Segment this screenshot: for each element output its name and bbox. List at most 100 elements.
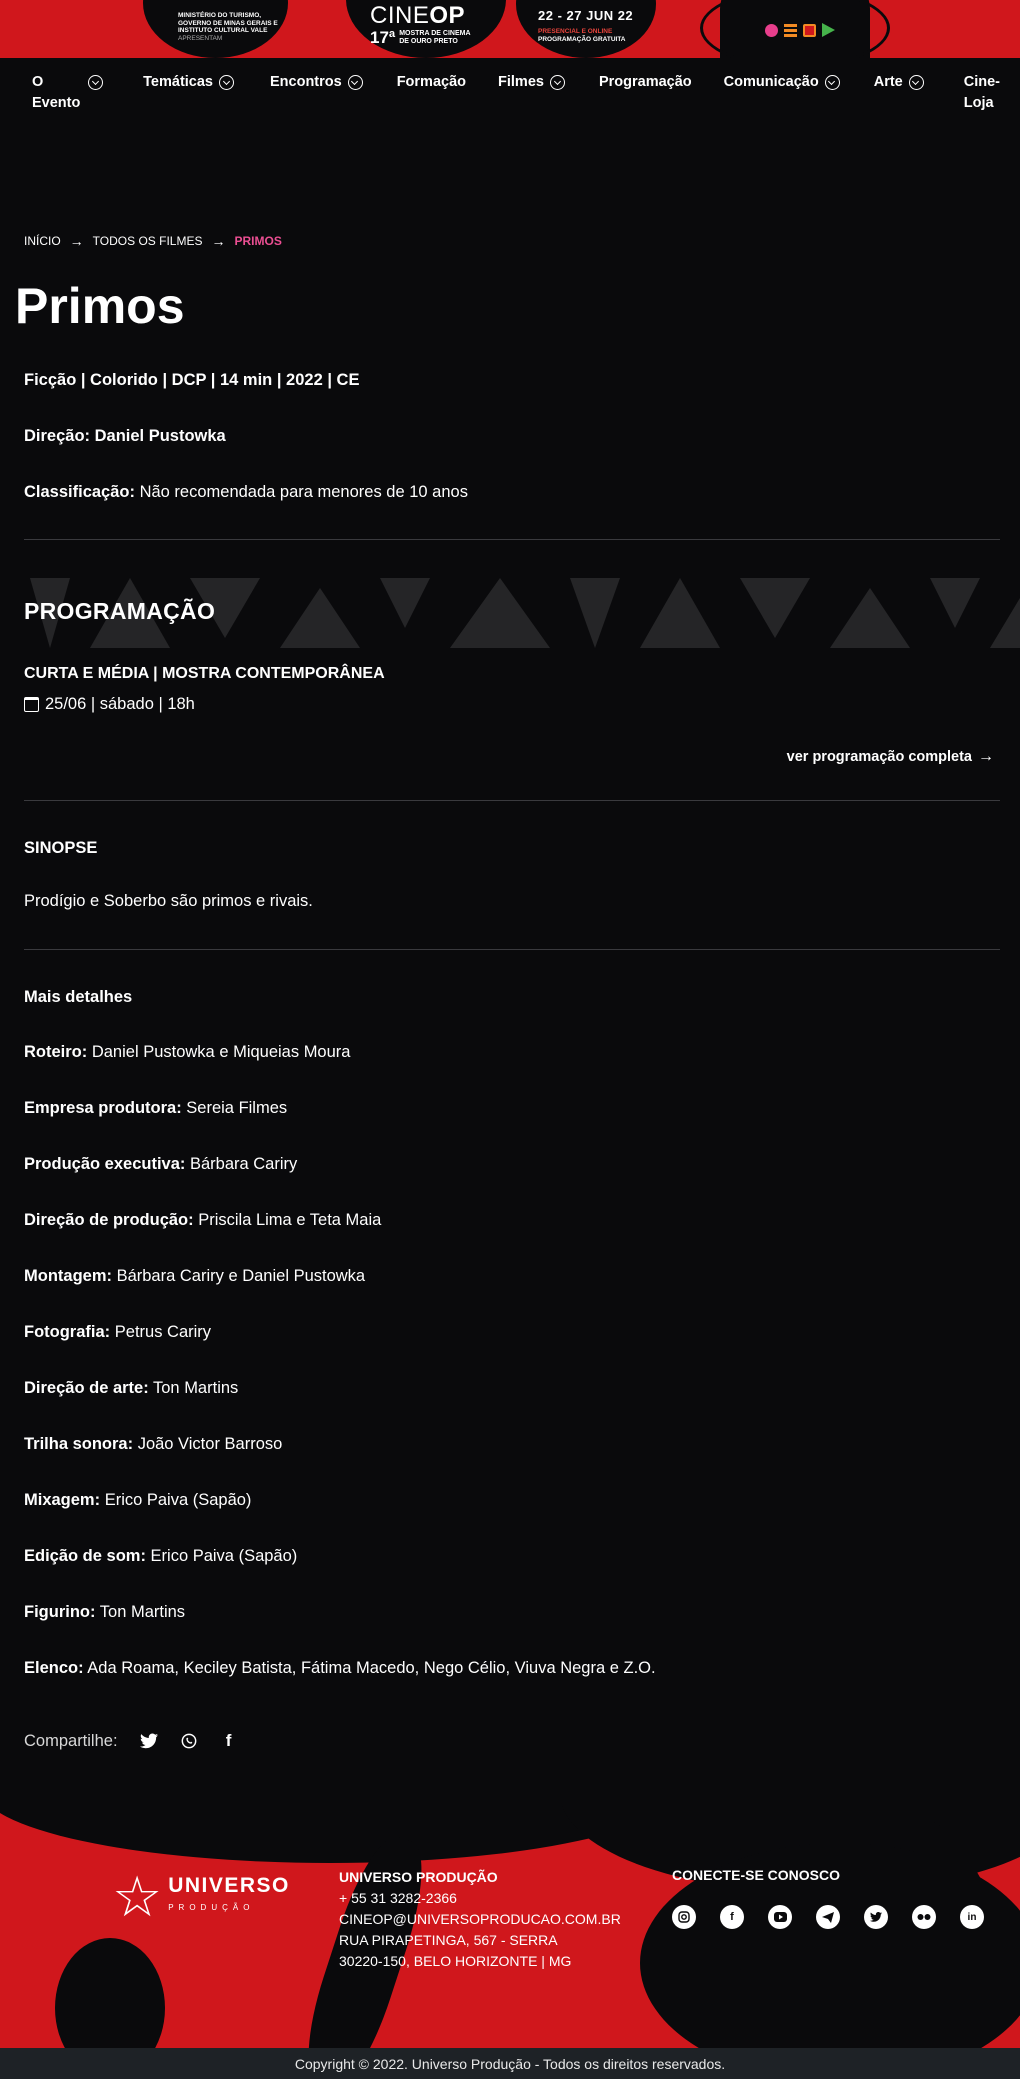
page-title: Primos: [15, 278, 185, 334]
breadcrumb-films[interactable]: TODOS OS FILMES: [93, 234, 203, 248]
youtube-icon[interactable]: [768, 1905, 792, 1929]
facebook-icon[interactable]: f: [720, 1905, 744, 1929]
company-name: UNIVERSO PRODUÇÃO: [339, 1869, 498, 1885]
copyright-text: Copyright © 2022. Universo Produção - To…: [0, 2048, 1020, 2079]
edition-info: 17ª Mostra de Cinema de Ouro Preto: [370, 29, 471, 46]
email-link[interactable]: CINEOP@UNIVERSOPRODUCAO.COM.BR: [339, 1909, 621, 1930]
chevron-down-icon: [219, 75, 234, 90]
universo-logo[interactable]: ☆ UNIVERSO PRODUÇÃO: [112, 1869, 290, 1925]
arrow-right-icon: →: [69, 233, 84, 249]
detail-label: Empresa produtora:: [24, 1099, 182, 1117]
nav-label: Programação: [598, 74, 692, 90]
twitter-icon[interactable]: [139, 1733, 158, 1749]
arrow-right-icon: →: [978, 748, 994, 765]
presents-label: Apresentam: [178, 34, 223, 42]
detail-row: Empresa produtora: Sereia Filmes: [24, 1097, 996, 1119]
nav-item-tematicas[interactable]: Temáticas: [143, 72, 234, 93]
cineop-logo[interactable]: CINEOP: [370, 4, 465, 28]
detail-value: Ada Roama, Keciley Batista, Fátima Maced…: [83, 1659, 656, 1677]
detail-row: Figurino: Ton Martins: [24, 1601, 996, 1623]
detail-row: Elenco: Ada Roama, Keciley Batista, Fáti…: [24, 1657, 996, 1679]
detail-row: Direção de produção: Priscila Lima e Tet…: [24, 1209, 996, 1231]
flickr-icon[interactable]: [912, 1905, 936, 1929]
nav-item-cine-loja[interactable]: Cine-Loja: [964, 72, 1000, 114]
calendar-icon: [24, 697, 39, 712]
nav-item-programacao[interactable]: Programação: [599, 72, 692, 93]
whatsapp-icon[interactable]: [180, 1733, 198, 1749]
detail-label: Edição de som:: [24, 1547, 146, 1565]
detail-value: Bárbara Cariry: [185, 1155, 298, 1173]
telegram-icon[interactable]: [816, 1905, 840, 1929]
film-meta: Ficção | Colorido | DCP | 14 min | 2022 …: [0, 369, 1020, 503]
detail-value: João Victor Barroso: [133, 1435, 283, 1453]
lines-icon: [784, 23, 797, 37]
nav-label: Arte: [873, 74, 903, 90]
sinopse-heading: SINOPSE: [24, 839, 98, 857]
breadcrumb-home[interactable]: INÍCIO: [24, 234, 61, 248]
nav-label: Cine-Loja: [963, 74, 1000, 111]
linkedin-icon[interactable]: in: [960, 1905, 984, 1929]
detail-value: Ton Martins: [95, 1603, 186, 1621]
nav-item-o-evento[interactable]: O Evento: [32, 72, 103, 114]
social-title: CONECTE-SE CONOSCO: [672, 1867, 841, 1883]
contact-info: UNIVERSO PRODUÇÃO + 55 31 3282-2366 CINE…: [339, 1867, 621, 1972]
nav-item-filmes[interactable]: Filmes: [498, 72, 565, 93]
logo-text-light: CINE: [370, 2, 430, 29]
details-section: Mais detalhes Roteiro: Daniel Pustowka e…: [0, 950, 1020, 1679]
detail-value: Sereia Filmes: [181, 1099, 288, 1117]
instagram-icon[interactable]: [672, 1905, 696, 1929]
session-date-text: 25/06 | sábado | 18h: [45, 695, 195, 713]
detail-row: Fotografia: Petrus Cariry: [24, 1321, 996, 1343]
detail-label: Elenco:: [24, 1659, 84, 1677]
main-nav: O Evento Temáticas Encontros Formação Fi…: [0, 58, 1020, 158]
sponsor-line: Ministério do Turismo,: [178, 12, 262, 19]
full-schedule-link[interactable]: ver programação completa →: [0, 714, 1020, 800]
detail-label: Direção de produção:: [24, 1211, 194, 1229]
detail-row: Montagem: Bárbara Cariry e Daniel Pustow…: [24, 1265, 996, 1287]
film-director: Direção: Daniel Pustowka: [24, 427, 226, 445]
event-format-line: Presencial e Online: [538, 28, 613, 35]
detail-label: Figurino:: [24, 1603, 96, 1621]
nav-label: Comunicação: [723, 74, 819, 90]
nav-item-encontros[interactable]: Encontros: [270, 72, 363, 93]
breadcrumb: INÍCIO → TODOS OS FILMES → PRIMOS: [0, 158, 1020, 249]
site-footer: ☆ UNIVERSO PRODUÇÃO UNIVERSO PRODUÇÃO + 5…: [0, 1803, 1020, 2048]
nav-item-comunicacao[interactable]: Comunicação: [724, 72, 840, 93]
nav-item-formacao[interactable]: Formação: [397, 72, 466, 93]
nav-label: Encontros: [270, 74, 342, 90]
programacao-section: PROGRAMAÇÃO CURTA E MÉDIA | MOSTRA CONTE…: [0, 540, 1020, 800]
chevron-down-icon: [549, 75, 565, 90]
detail-label: Roteiro:: [24, 1043, 88, 1061]
share-label: Compartilhe:: [24, 1731, 118, 1750]
twitter-icon[interactable]: [864, 1905, 888, 1929]
detail-value: Erico Paiva (Sapão): [145, 1547, 298, 1565]
share-bar: Compartilhe: f: [0, 1679, 1020, 1751]
logo-text-bold: OP: [429, 2, 466, 29]
detail-label: Direção de arte:: [24, 1379, 149, 1397]
detail-label: Mixagem:: [24, 1491, 101, 1509]
detail-value: Petrus Cariry: [110, 1323, 212, 1341]
chevron-down-icon: [347, 75, 363, 90]
detail-label: Produção executiva:: [24, 1155, 186, 1173]
detail-label: Fotografia:: [24, 1323, 111, 1341]
nav-label: Temáticas: [143, 74, 213, 90]
event-format-line: Programação Gratuita: [538, 36, 626, 43]
chevron-down-icon: [88, 75, 103, 90]
detail-value: Priscila Lima e Teta Maia: [193, 1211, 382, 1229]
nav-item-arte[interactable]: Arte: [874, 72, 924, 93]
details-heading: Mais detalhes: [24, 988, 133, 1006]
detail-value: Ton Martins: [148, 1379, 239, 1397]
event-format: Presencial e Online Programação Gratuita: [538, 28, 626, 44]
facebook-icon[interactable]: f: [220, 1731, 238, 1751]
chevron-down-icon: [824, 75, 840, 90]
chevron-down-icon: [908, 75, 924, 90]
rating-value: Não recomendada para menores de 10 anos: [134, 483, 468, 501]
detail-label: Montagem:: [24, 1267, 112, 1285]
detail-row: Produção executiva: Bárbara Cariry: [24, 1153, 996, 1175]
phone-number[interactable]: + 55 31 3282-2366: [339, 1888, 621, 1909]
edition-text: Mostra de Cinema de Ouro Preto: [399, 30, 470, 45]
footer-shape: [55, 1938, 165, 2048]
logo-sub: PRODUÇÃO: [168, 1903, 255, 1912]
detail-row: Mixagem: Erico Paiva (Sapão): [24, 1489, 996, 1511]
social-links: CONECTE-SE CONOSCO f in: [672, 1867, 984, 1929]
